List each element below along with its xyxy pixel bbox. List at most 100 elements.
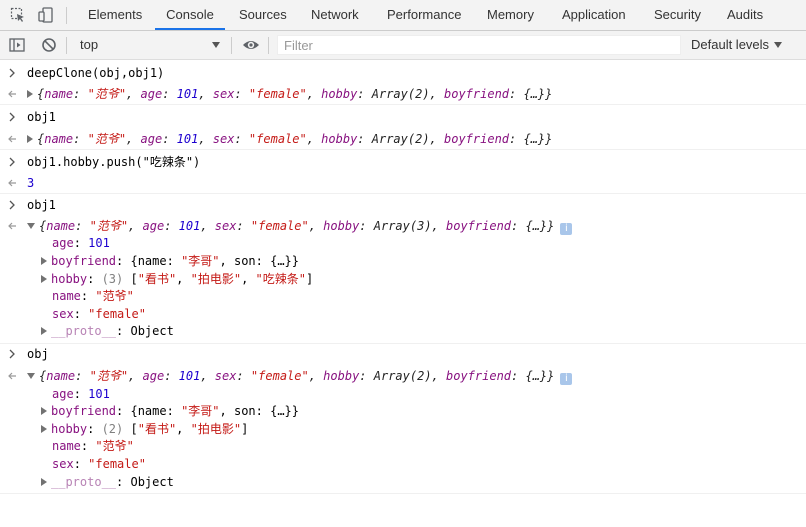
console-result-line[interactable]: {name: "范爷", age: 101, sex: "female", ho…: [0, 85, 806, 103]
key-age: age: [142, 369, 165, 383]
tab-performance[interactable]: Performance: [387, 0, 461, 30]
comma: ,: [308, 369, 324, 383]
value-sex: "female": [248, 132, 307, 146]
result-arrow-icon: [8, 90, 16, 98]
command-text: obj: [27, 347, 49, 361]
colon: :: [73, 457, 89, 471]
property-row-hobby[interactable]: hobby: (2) ["看书", "拍电影"]: [0, 420, 806, 438]
property-row-boyfriend[interactable]: boyfriend: {name: "李哥", son: {…}}: [0, 252, 806, 270]
key-name: name: [46, 219, 76, 233]
collapse-triangle-icon[interactable]: [27, 223, 35, 229]
result-arrow-icon: [8, 222, 16, 230]
property-row-age: age: 101: [0, 385, 806, 403]
comma: ,: [431, 369, 446, 383]
array-length: (3): [101, 272, 131, 286]
comma: ,: [429, 132, 444, 146]
prop-preview: {name:: [130, 254, 182, 268]
array-item: "看书": [137, 422, 177, 436]
expand-triangle-icon[interactable]: [41, 478, 47, 486]
filter-input[interactable]: [277, 35, 681, 55]
prop-key: __proto__: [51, 324, 117, 338]
value-name: "范爷": [89, 219, 129, 233]
prop-preview: }: [291, 404, 300, 418]
property-row-hobby[interactable]: hobby: (3) ["看书", "拍电影", "吃辣条"]: [0, 270, 806, 288]
expand-triangle-icon[interactable]: [41, 425, 47, 433]
value-age: 101: [176, 132, 199, 146]
prop-value: "李哥": [181, 254, 220, 268]
prop-key: sex: [52, 457, 74, 471]
value-name: "范爷": [89, 369, 129, 383]
property-row-proto[interactable]: __proto__: Object: [0, 473, 806, 491]
info-icon[interactable]: i: [560, 373, 573, 385]
clear-console-icon[interactable]: [41, 37, 57, 53]
property-row-boyfriend[interactable]: boyfriend: {name: "李哥", son: {…}}: [0, 402, 806, 420]
console-result-line[interactable]: {name: "范爷", age: 101, sex: "female", ho…: [0, 130, 806, 148]
prop-key: name: [52, 289, 81, 303]
key-hobby: hobby: [323, 369, 360, 383]
log-levels-dropdown[interactable]: Default levels: [691, 37, 769, 52]
colon: :: [357, 87, 372, 101]
expand-triangle-icon[interactable]: [27, 135, 33, 143]
colon: :: [164, 369, 179, 383]
devtools-tab-bar: Elements Console Sources Network Perform…: [0, 0, 806, 31]
console-input-line: obj: [0, 345, 806, 363]
key-age: age: [140, 87, 163, 101]
context-value: top: [80, 37, 99, 52]
property-row-sex: sex: "female": [0, 305, 806, 323]
comma: ,: [176, 422, 191, 436]
prop-key: sex: [52, 307, 74, 321]
console-result-line[interactable]: {name: "范爷", age: 101, sex: "female", ho…: [0, 217, 806, 235]
tab-network[interactable]: Network: [311, 0, 359, 30]
key-sex: sex: [214, 369, 237, 383]
context-selector[interactable]: top: [74, 31, 224, 59]
prop-preview: {…}: [270, 404, 292, 418]
tab-audits[interactable]: Audits: [727, 0, 763, 30]
prop-key: hobby: [51, 272, 88, 286]
console-result-line[interactable]: {name: "范爷", age: 101, sex: "female", ho…: [0, 367, 806, 385]
array-item: "看书": [137, 272, 177, 286]
console-input-line: obj1: [0, 108, 806, 126]
key-name: name: [44, 87, 74, 101]
value-hobby: Array(3): [373, 219, 432, 233]
expand-triangle-icon[interactable]: [41, 257, 47, 265]
property-row-sex: sex: "female": [0, 455, 806, 473]
property-row-proto[interactable]: __proto__: Object: [0, 322, 806, 340]
tab-security[interactable]: Security: [654, 0, 701, 30]
key-name: name: [44, 132, 74, 146]
tab-sources[interactable]: Sources: [239, 0, 287, 30]
tab-elements[interactable]: Elements: [88, 0, 142, 30]
inspect-element-icon[interactable]: [10, 7, 26, 23]
prompt-chevron-icon: [9, 112, 15, 122]
tab-application[interactable]: Application: [562, 0, 626, 30]
obj-brace: }: [547, 369, 555, 383]
prop-preview: , son:: [219, 404, 271, 418]
key-sex: sex: [212, 87, 235, 101]
colon: :: [87, 422, 102, 436]
expand-triangle-icon[interactable]: [27, 90, 33, 98]
result-arrow-icon: [8, 135, 16, 143]
device-toolbar-icon[interactable]: [38, 7, 54, 23]
eye-icon[interactable]: [242, 37, 260, 53]
bracket: ]: [305, 272, 314, 286]
command-text: obj1: [27, 198, 56, 212]
expand-triangle-icon[interactable]: [41, 407, 47, 415]
prop-value: "李哥": [181, 404, 220, 418]
bracket: [: [130, 272, 138, 286]
value-age: 101: [178, 219, 201, 233]
comma: ,: [128, 219, 143, 233]
expand-triangle-icon[interactable]: [41, 275, 47, 283]
key-age: age: [140, 132, 163, 146]
prop-value: "范爷": [95, 289, 134, 303]
colon: :: [116, 475, 131, 489]
tab-console[interactable]: Console: [155, 0, 225, 30]
sidebar-toggle-icon[interactable]: [9, 37, 25, 53]
result-arrow-icon: [8, 179, 16, 187]
comma: ,: [198, 132, 213, 146]
prompt-chevron-icon: [9, 200, 15, 210]
expand-triangle-icon[interactable]: [41, 327, 47, 335]
key-hobby: hobby: [323, 219, 360, 233]
colon: :: [359, 219, 374, 233]
toolbar-divider: [268, 37, 269, 54]
tab-memory[interactable]: Memory: [487, 0, 534, 30]
collapse-triangle-icon[interactable]: [27, 373, 35, 379]
